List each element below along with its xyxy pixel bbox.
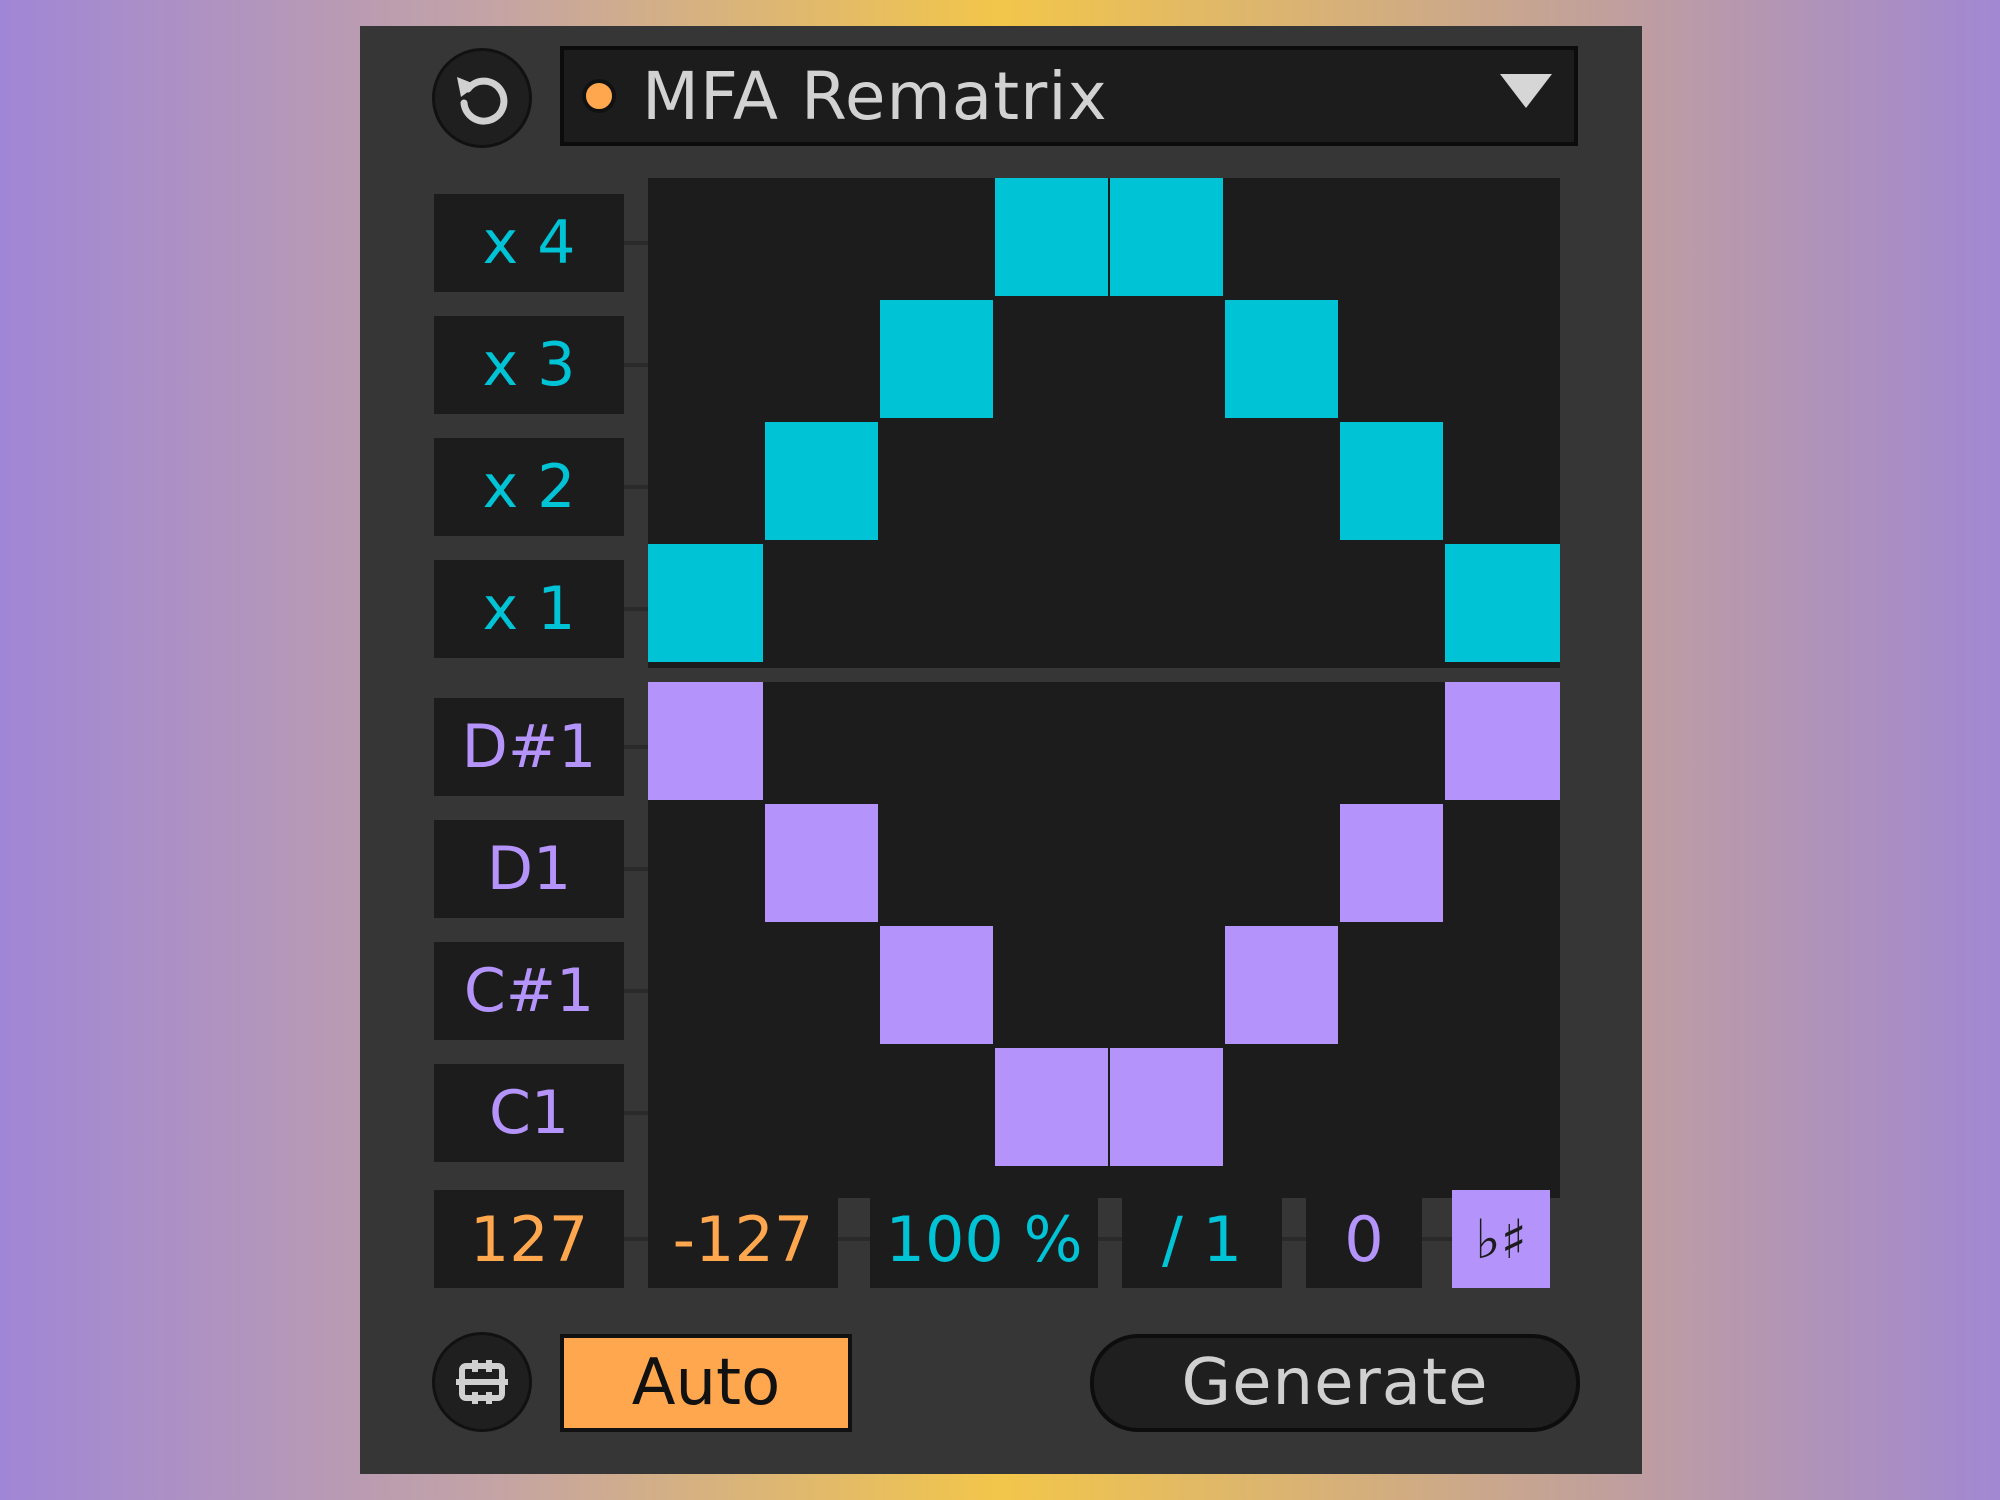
note-cell-r3-c6[interactable] [1225, 926, 1338, 1044]
velocity-row-label-2[interactable]: x 2 [434, 438, 624, 536]
preset-name: MFA Rematrix [642, 57, 1108, 135]
note-row-label-c1[interactable]: C1 [434, 1064, 624, 1162]
field-connector [1098, 1237, 1122, 1241]
reset-button[interactable] [432, 48, 532, 148]
auto-button[interactable]: Auto [560, 1334, 852, 1432]
division-field[interactable]: / 1 [1122, 1190, 1282, 1288]
row-connector [624, 485, 648, 489]
min-value-field[interactable]: -127 [648, 1190, 838, 1288]
note-cell-r1-c1[interactable] [648, 682, 763, 800]
velocity-row-label-4[interactable]: x 4 [434, 194, 624, 292]
note-cell-r4-c5[interactable] [1110, 1048, 1223, 1166]
chain-link-icon [456, 1360, 508, 1404]
accidental-toggle[interactable]: ♭♯ [1452, 1190, 1550, 1288]
field-connector [1282, 1237, 1306, 1241]
note-cell-r4-c4[interactable] [995, 1048, 1108, 1166]
rotate-ccw-icon [457, 77, 508, 125]
note-cell-r3-c3[interactable] [880, 926, 993, 1044]
field-connector [624, 1237, 648, 1241]
row-connector [624, 1111, 648, 1115]
row-connector [624, 241, 648, 245]
row-connector [624, 363, 648, 367]
velocity-cell-r2-c6[interactable] [1225, 300, 1338, 418]
note-cell-r2-c2[interactable] [765, 804, 878, 922]
note-row-label-d1[interactable]: D1 [434, 820, 624, 918]
velocity-cell-r2-c3[interactable] [880, 300, 993, 418]
velocity-cell-r3-c7[interactable] [1340, 422, 1443, 540]
note-cell-r2-c7[interactable] [1340, 804, 1443, 922]
row-connector [624, 607, 648, 611]
row-connector [624, 989, 648, 993]
status-dot [582, 79, 616, 113]
note-cell-r1-c8[interactable] [1445, 682, 1560, 800]
velocity-cell-r4-c1[interactable] [648, 544, 763, 662]
row-connector [624, 745, 648, 749]
triangle-down-icon [1500, 74, 1552, 108]
link-button[interactable] [432, 1332, 532, 1432]
velocity-cell-r1-c4[interactable] [995, 178, 1108, 296]
velocity-row-label-1[interactable]: x 1 [434, 560, 624, 658]
preset-selector[interactable]: MFA Rematrix [560, 46, 1578, 146]
row-connector [624, 867, 648, 871]
velocity-row-label-3[interactable]: x 3 [434, 316, 624, 414]
note-row-label-c-sharp-1[interactable]: C#1 [434, 942, 624, 1040]
probability-field[interactable]: 100 % [870, 1190, 1098, 1288]
max-value-field[interactable]: 127 [434, 1190, 624, 1288]
velocity-cell-r1-c5[interactable] [1110, 178, 1223, 296]
step-grid[interactable] [648, 178, 1560, 1198]
rematrix-device: MFA Rematrix x 4 x 3 x 2 x 1 D#1 D1 C#1 … [360, 26, 1642, 1474]
generate-button[interactable]: Generate [1090, 1334, 1580, 1432]
field-connector [1422, 1237, 1452, 1241]
note-row-label-d-sharp-1[interactable]: D#1 [434, 698, 624, 796]
velocity-cell-r4-c8[interactable] [1445, 544, 1560, 662]
grid-divider [648, 668, 1560, 682]
field-connector [838, 1237, 870, 1241]
offset-field[interactable]: 0 [1306, 1190, 1422, 1288]
velocity-cell-r3-c2[interactable] [765, 422, 878, 540]
